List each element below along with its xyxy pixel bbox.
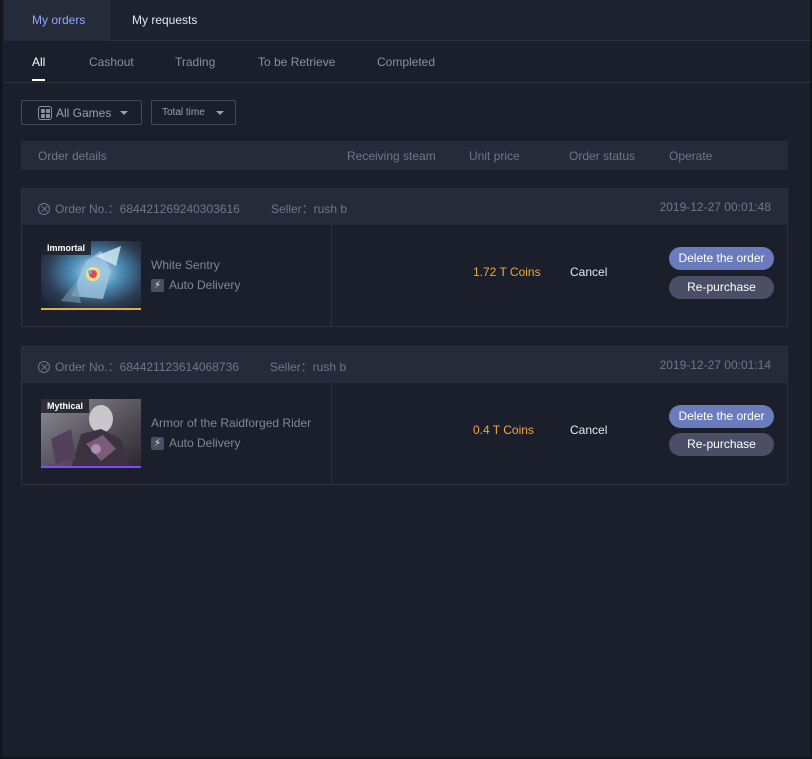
seller-name: Seller：rush b bbox=[271, 202, 348, 216]
tab-all[interactable]: All bbox=[32, 55, 45, 69]
games-filter-dropdown[interactable]: All Games bbox=[21, 100, 142, 125]
unit-price: 1.72 T Coins bbox=[473, 265, 541, 279]
order-number-text: Order No.：684421269240303616 bbox=[55, 202, 240, 216]
item-name[interactable]: Armor of the Raidforged Rider bbox=[151, 416, 311, 430]
delivery-text: Auto Delivery bbox=[169, 436, 241, 450]
order-number-text: Order No.：684421123614068736 bbox=[55, 360, 239, 374]
rarity-bar bbox=[41, 308, 141, 310]
header-order-status: Order status bbox=[569, 149, 636, 163]
seller-name: Seller：rush b bbox=[270, 360, 347, 374]
order-card: Order No.：684421123614068736 Seller：rush… bbox=[21, 346, 788, 485]
order-header: Order No.：684421269240303616 Seller：rush… bbox=[22, 189, 787, 225]
item-thumbnail[interactable]: Mythical bbox=[41, 399, 141, 468]
header-receiving-steam: Receiving steam bbox=[347, 149, 436, 163]
rarity-badge: Mythical bbox=[41, 399, 90, 413]
order-number: Order No.：684421269240303616 bbox=[38, 200, 240, 217]
order-number: Order No.：684421123614068736 bbox=[38, 358, 239, 375]
delivery-tag: ⚡ Auto Delivery bbox=[151, 278, 240, 292]
status-tab-bar: All Cashout Trading To be Retrieve Compl… bbox=[4, 41, 810, 83]
order-status: Cancel bbox=[570, 423, 608, 437]
lightning-icon: ⚡ bbox=[151, 436, 164, 450]
rarity-badge: Immortal bbox=[41, 241, 92, 255]
chevron-down-icon bbox=[216, 111, 224, 115]
lightning-icon: ⚡ bbox=[151, 278, 164, 292]
item-name[interactable]: White Sentry bbox=[151, 258, 220, 272]
grid-icon bbox=[38, 105, 52, 120]
chevron-down-icon bbox=[120, 111, 128, 115]
tab-to-be-retrieve[interactable]: To be Retrieve bbox=[258, 55, 335, 69]
divider bbox=[331, 383, 332, 484]
header-unit-price: Unit price bbox=[469, 149, 520, 163]
delete-order-button[interactable]: Delete the order bbox=[669, 247, 774, 270]
top-tab-bar: My orders My requests bbox=[4, 0, 810, 41]
rarity-bar bbox=[41, 466, 141, 468]
header-operate: Operate bbox=[669, 149, 713, 163]
delivery-text: Auto Delivery bbox=[169, 278, 241, 292]
order-card: Order No.：684421269240303616 Seller：rush… bbox=[21, 188, 788, 327]
order-time: 2019-12-27 00:01:14 bbox=[659, 358, 771, 372]
tab-trading[interactable]: Trading bbox=[175, 55, 215, 69]
order-time: 2019-12-27 00:01:48 bbox=[659, 200, 771, 214]
close-circle-icon bbox=[38, 360, 50, 373]
page-frame: My orders My requests All Cashout Tradin… bbox=[0, 0, 812, 759]
delete-order-button[interactable]: Delete the order bbox=[669, 405, 774, 428]
header-order-details: Order details bbox=[38, 149, 107, 163]
repurchase-button[interactable]: Re-purchase bbox=[669, 276, 774, 299]
order-header: Order No.：684421123614068736 Seller：rush… bbox=[22, 347, 787, 383]
order-status: Cancel bbox=[570, 265, 608, 279]
games-filter-label: All Games bbox=[56, 105, 112, 120]
tab-my-orders[interactable]: My orders bbox=[4, 0, 110, 41]
time-filter-dropdown[interactable]: Total time bbox=[151, 100, 236, 125]
divider bbox=[331, 225, 332, 326]
order-body: Immortal White Sentry ⚡ Auto Delivery 1.… bbox=[22, 225, 787, 326]
time-filter-label: Total time bbox=[162, 107, 205, 118]
repurchase-button[interactable]: Re-purchase bbox=[669, 433, 774, 456]
table-header: Order details Receiving steam Unit price… bbox=[21, 141, 788, 170]
order-body: Mythical Armor of the Raidforged Rider ⚡… bbox=[22, 383, 787, 484]
delivery-tag: ⚡ Auto Delivery bbox=[151, 436, 240, 450]
tab-cashout[interactable]: Cashout bbox=[89, 55, 134, 69]
close-circle-icon bbox=[38, 202, 50, 215]
tab-my-requests[interactable]: My requests bbox=[110, 0, 225, 41]
active-tab-underline bbox=[32, 79, 45, 81]
tab-completed[interactable]: Completed bbox=[377, 55, 435, 69]
item-thumbnail[interactable]: Immortal bbox=[41, 241, 141, 310]
unit-price: 0.4 T Coins bbox=[473, 423, 534, 437]
